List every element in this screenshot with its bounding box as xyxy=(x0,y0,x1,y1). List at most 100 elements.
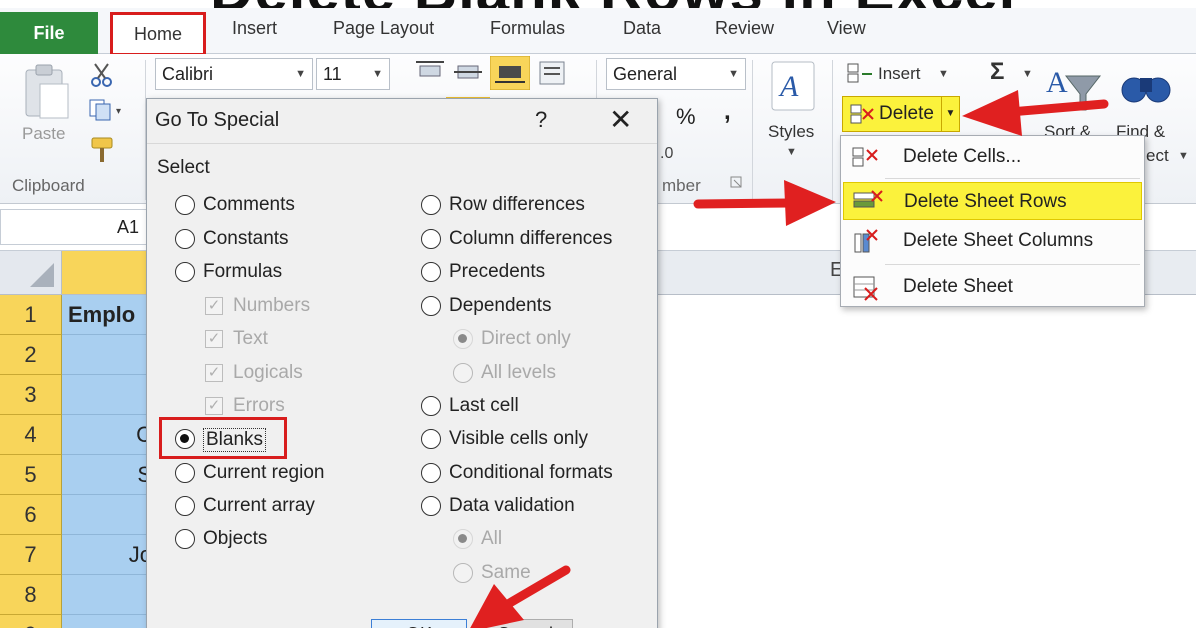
row-header[interactable]: 4 xyxy=(0,415,62,455)
ribbon-tab-bar: File Home Insert Page Layout Formulas Da… xyxy=(0,8,1196,56)
number-group-label: mber xyxy=(662,176,701,195)
tab-page-layout[interactable]: Page Layout xyxy=(333,18,434,39)
go-to-special-dialog: Go To Special ? ✕ Select Comments Consta… xyxy=(146,98,658,628)
delete-dropdown-menu: Delete Cells... Delete Sheet Rows Delete… xyxy=(840,135,1145,307)
radio-circle xyxy=(175,529,195,549)
number-format-combo[interactable]: General ▼ xyxy=(606,58,746,90)
cell-a2[interactable] xyxy=(62,335,152,375)
checkmark-icon: ✓ xyxy=(205,397,223,415)
delete-cells-icon xyxy=(850,104,874,124)
chevron-down-icon: ▼ xyxy=(372,68,383,80)
radio-circle xyxy=(175,496,195,516)
copy-icon[interactable]: ▾ xyxy=(88,98,128,122)
font-name-combo[interactable]: Calibri ▼ xyxy=(155,58,313,90)
title-divider xyxy=(147,143,657,144)
cell-a6[interactable] xyxy=(62,495,152,535)
cell-a7[interactable]: Jo xyxy=(62,535,152,575)
align-middle-icon[interactable] xyxy=(450,58,486,88)
chevron-down-icon: ▼ xyxy=(728,68,739,80)
row-header[interactable]: 2 xyxy=(0,335,62,375)
row-header[interactable]: 5 xyxy=(0,455,62,495)
row-header[interactable]: 6 xyxy=(0,495,62,535)
checkmark-icon: ✓ xyxy=(205,330,223,348)
cell-a4[interactable]: C xyxy=(62,415,152,455)
tab-view[interactable]: View xyxy=(827,18,866,39)
tab-insert[interactable]: Insert xyxy=(232,18,277,39)
delete-columns-icon xyxy=(854,229,878,253)
select-all-corner[interactable] xyxy=(0,251,62,295)
name-box[interactable]: A1 xyxy=(0,209,150,245)
menu-item-delete-cells[interactable]: Delete Cells... xyxy=(843,138,1142,176)
cell-a1[interactable]: Emplo xyxy=(62,295,152,335)
radio-circle xyxy=(175,229,195,249)
decrease-decimal-icon[interactable]: .0 xyxy=(658,140,684,166)
clipboard-group-label: Clipboard xyxy=(12,176,85,195)
dialog-launcher-icon[interactable] xyxy=(730,176,744,190)
autosum-icon[interactable]: Σ xyxy=(990,58,1004,86)
row-header[interactable]: 3 xyxy=(0,375,62,415)
svg-text:A: A xyxy=(778,70,799,103)
cell-a3[interactable] xyxy=(62,375,152,415)
row-header[interactable]: 8 xyxy=(0,575,62,615)
find-select-icon[interactable] xyxy=(1118,58,1174,118)
chevron-down-icon: ▼ xyxy=(1178,150,1189,162)
cut-icon[interactable] xyxy=(90,62,114,88)
menu-item-delete-sheet-columns[interactable]: Delete Sheet Columns xyxy=(843,222,1142,260)
ok-button[interactable]: OK xyxy=(371,619,467,628)
insert-button-label[interactable]: Insert xyxy=(878,64,921,84)
styles-button-label[interactable]: Styles xyxy=(768,122,814,142)
checkmark-icon: ✓ xyxy=(205,297,223,315)
delete-button[interactable]: Delete ▼ xyxy=(842,96,960,132)
chevron-down-icon[interactable]: ▼ xyxy=(941,97,959,131)
radio-circle xyxy=(453,529,473,549)
svg-text:.0: .0 xyxy=(660,145,673,162)
row-header[interactable]: 1 xyxy=(0,295,62,335)
column-header-a[interactable] xyxy=(62,251,152,295)
menu-item-delete-sheet-rows[interactable]: Delete Sheet Rows xyxy=(843,182,1142,220)
row-header[interactable]: 7 xyxy=(0,535,62,575)
delete-button-label: Delete xyxy=(879,103,934,124)
find-select-label-line2[interactable]: ect xyxy=(1146,146,1169,166)
dialog-title: Go To Special xyxy=(155,109,280,131)
tab-review[interactable]: Review xyxy=(715,18,774,39)
insert-cells-icon[interactable] xyxy=(846,62,876,86)
radio-circle xyxy=(421,262,441,282)
align-top-icon[interactable] xyxy=(412,58,448,88)
tab-file[interactable]: File xyxy=(0,12,98,54)
cell-a5[interactable]: S xyxy=(62,455,152,495)
sort-filter-icon[interactable]: A xyxy=(1044,58,1104,118)
close-button[interactable]: ✕ xyxy=(609,103,632,136)
corner-triangle-icon xyxy=(30,263,54,287)
font-name-value: Calibri xyxy=(162,64,214,84)
radio-circle xyxy=(453,329,473,349)
cell-a8[interactable] xyxy=(62,575,152,615)
tab-formulas[interactable]: Formulas xyxy=(490,18,565,39)
radio-circle xyxy=(421,496,441,516)
font-size-value: 11 xyxy=(323,64,342,84)
radio-circle xyxy=(453,363,473,383)
cell-a9[interactable] xyxy=(62,615,152,628)
percent-style-button[interactable]: % xyxy=(676,104,696,130)
delete-sheet-icon xyxy=(853,276,878,301)
align-bottom-icon[interactable] xyxy=(490,56,530,90)
styles-icon[interactable]: A xyxy=(768,58,818,114)
tab-data[interactable]: Data xyxy=(623,18,661,39)
checkmark-icon: ✓ xyxy=(205,364,223,382)
comma-style-button[interactable]: , xyxy=(724,98,731,126)
format-painter-icon[interactable] xyxy=(88,136,116,164)
wrap-text-icon[interactable] xyxy=(536,58,568,88)
paste-icon[interactable] xyxy=(20,62,72,122)
cancel-button[interactable]: Cancel xyxy=(477,619,573,628)
row-header[interactable]: 9 xyxy=(0,615,62,628)
paste-button-label[interactable]: Paste xyxy=(22,124,65,144)
tab-home[interactable]: Home xyxy=(110,12,206,56)
menu-item-delete-sheet[interactable]: Delete Sheet xyxy=(843,268,1142,306)
chevron-down-icon: ▼ xyxy=(938,68,949,80)
group-separator xyxy=(752,60,753,200)
svg-text:▾: ▾ xyxy=(116,106,121,117)
menu-separator xyxy=(885,178,1140,179)
font-size-combo[interactable]: 11 ▼ xyxy=(316,58,390,90)
help-button[interactable]: ? xyxy=(535,107,547,133)
radio-circle xyxy=(453,563,473,583)
chevron-down-icon: ▼ xyxy=(1022,68,1033,80)
